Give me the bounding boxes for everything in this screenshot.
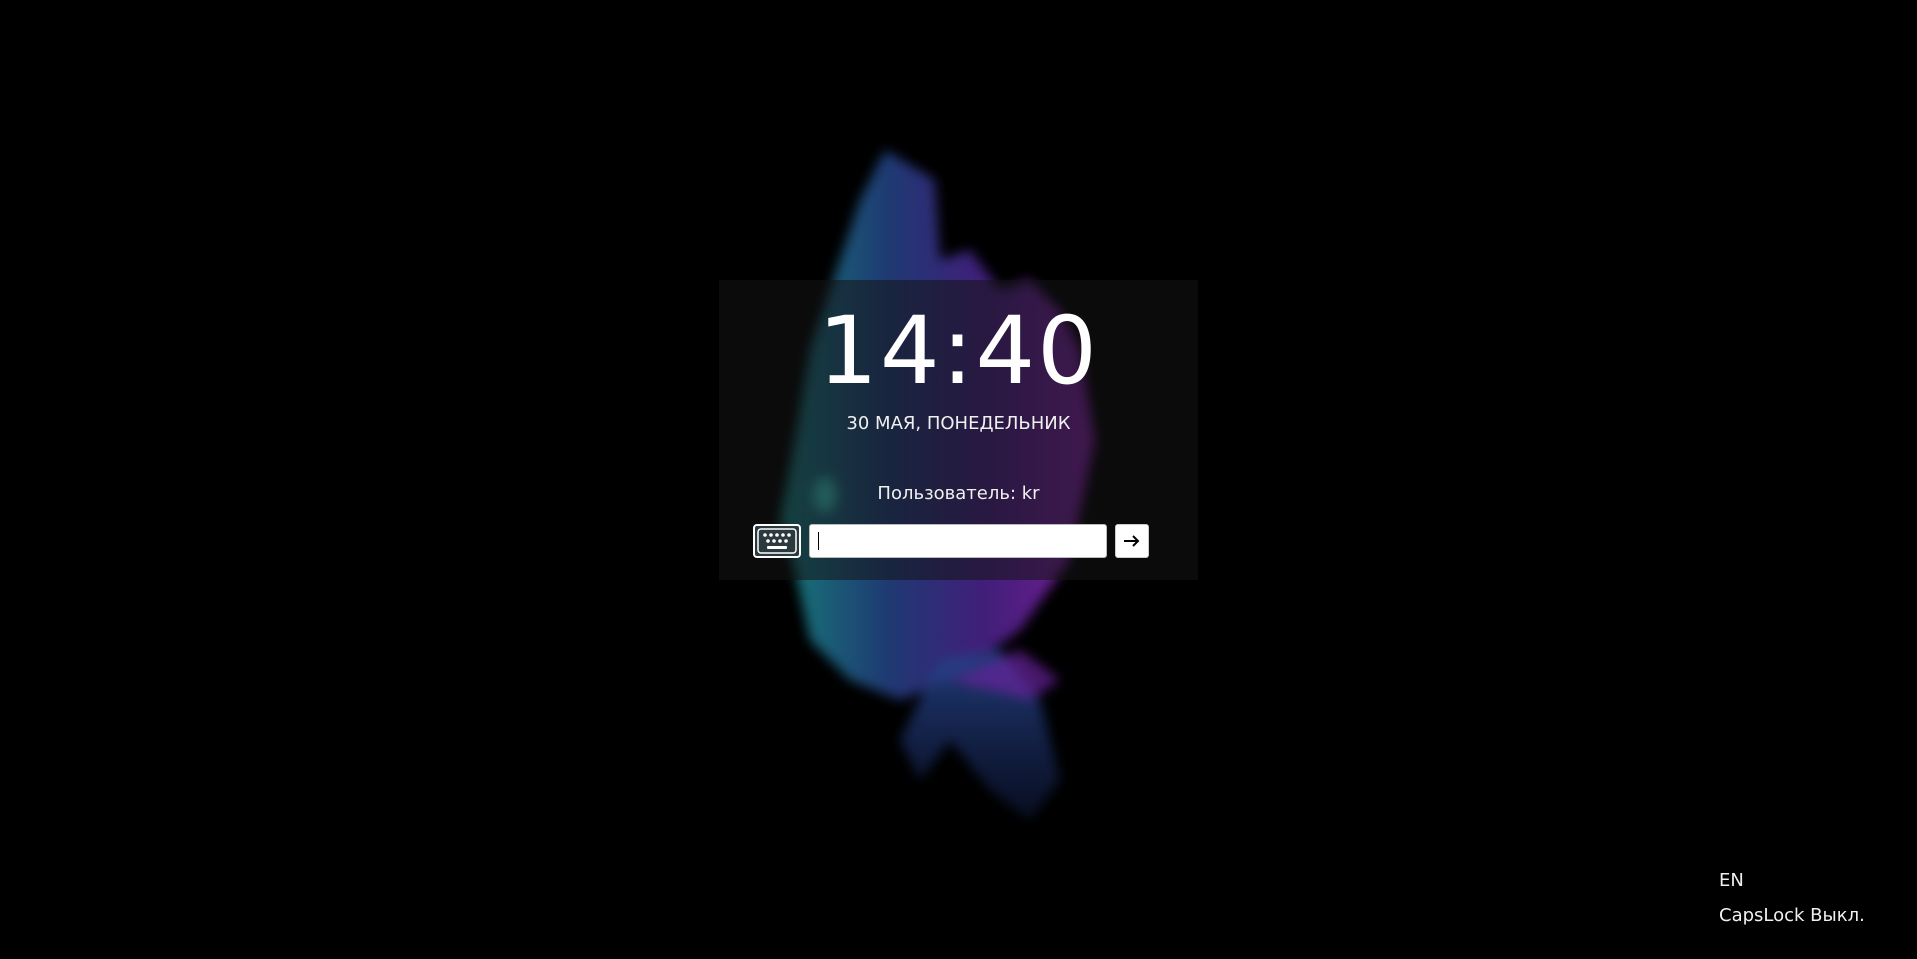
user-label: Пользователь: kr	[877, 483, 1040, 504]
password-input[interactable]	[809, 524, 1107, 558]
keyboard-icon	[757, 528, 797, 554]
password-row	[753, 524, 1173, 560]
keyboard-layout-indicator: EN	[1719, 870, 1744, 891]
date-label: 30 МАЯ, ПОНЕДЕЛЬНИК	[846, 413, 1071, 434]
clock-time: 14:40	[818, 297, 1099, 406]
virtual-keyboard-button[interactable]	[753, 524, 801, 558]
submit-button[interactable]	[1115, 524, 1149, 558]
login-panel: 14:40 30 МАЯ, ПОНЕДЕЛЬНИК Пользователь: …	[719, 280, 1198, 580]
lock-screen: 14:40 30 МАЯ, ПОНЕДЕЛЬНИК Пользователь: …	[0, 0, 1917, 959]
text-caret	[818, 532, 819, 550]
arrow-right-icon	[1124, 535, 1140, 547]
capslock-indicator: CapsLock Выкл.	[1719, 905, 1865, 926]
